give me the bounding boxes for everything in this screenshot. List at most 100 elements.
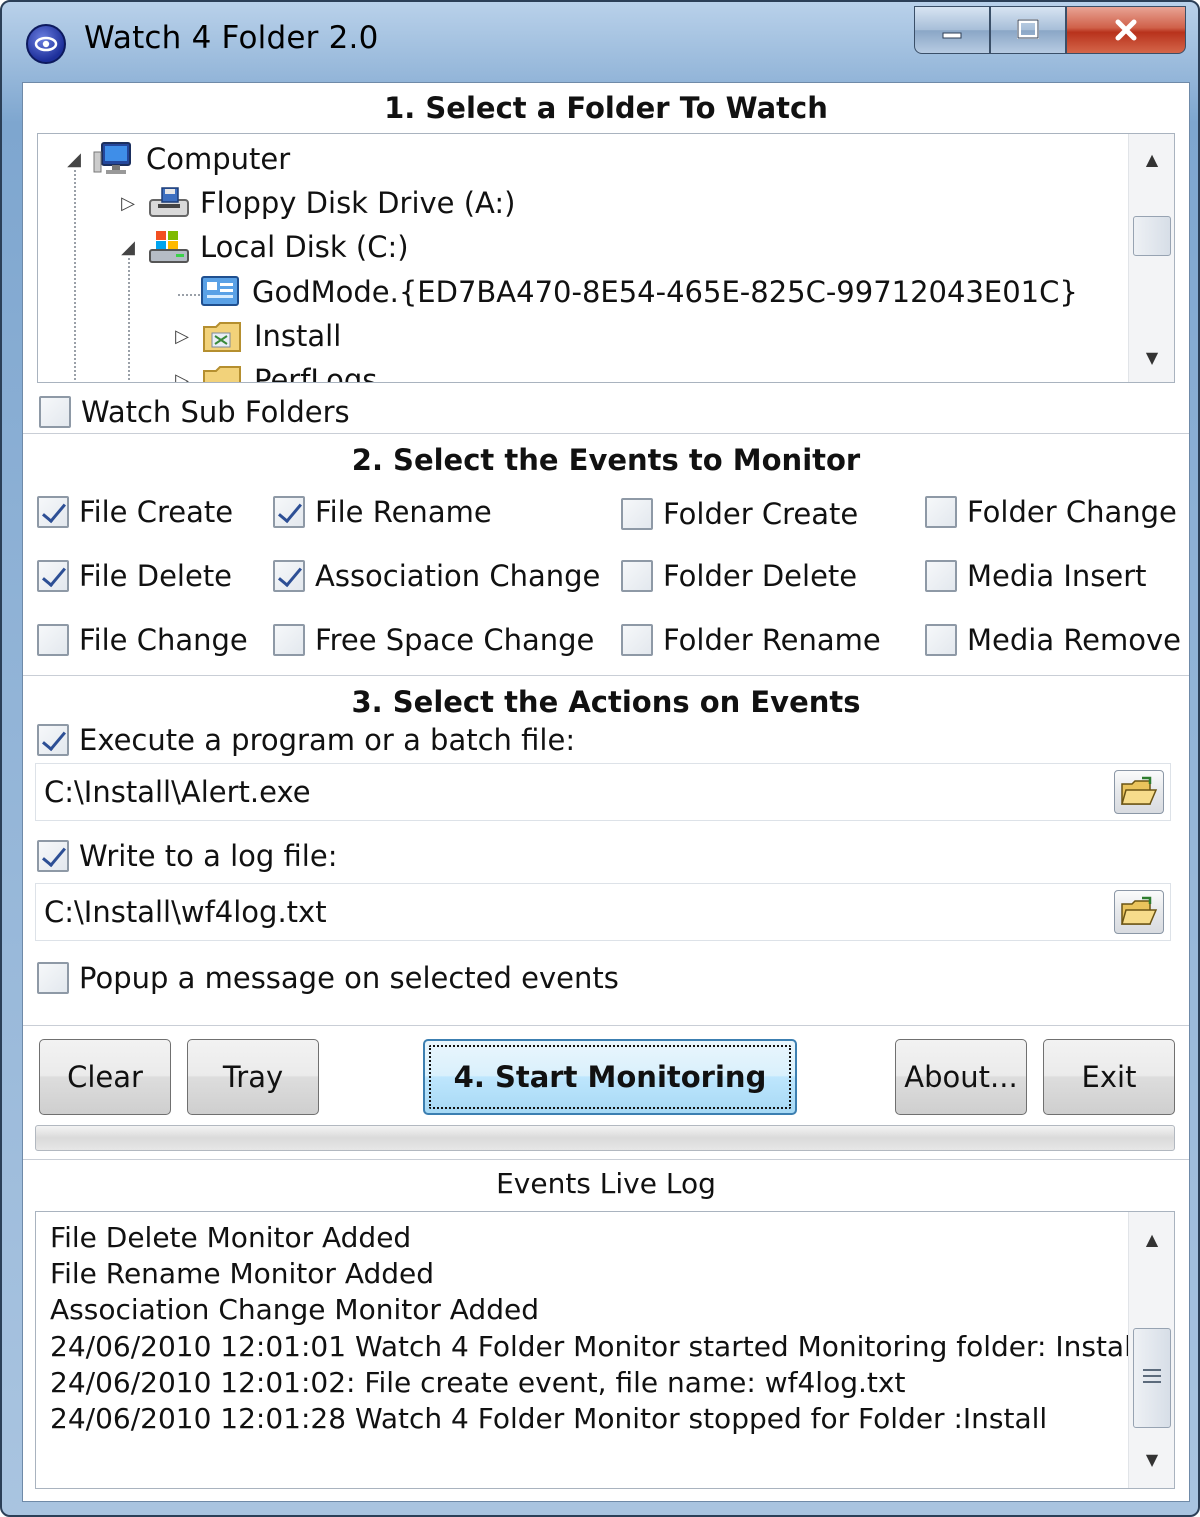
execute-program-checkbox[interactable]: Execute a program or a batch file: xyxy=(37,723,575,757)
tree-scrollbar[interactable]: ▲ ▼ xyxy=(1128,134,1174,382)
checkbox-label: Association Change xyxy=(315,559,601,593)
open-folder-icon xyxy=(1121,896,1158,925)
tray-button[interactable]: Tray xyxy=(187,1039,319,1115)
section-divider xyxy=(23,1159,1189,1161)
event-file-change[interactable]: File Change xyxy=(37,623,248,657)
event-association-change[interactable]: Association Change xyxy=(273,559,600,593)
checkbox-box[interactable] xyxy=(37,624,69,656)
browse-program-button[interactable] xyxy=(1114,770,1164,814)
title-bar[interactable]: Watch 4 Folder 2.0 xyxy=(2,2,1198,80)
expanded-arrow-icon[interactable]: ◢ xyxy=(118,237,138,258)
program-path-field[interactable]: C:\Install\Alert.exe xyxy=(35,763,1171,821)
log-line: 24/06/2010 12:01:28 Watch 4 Folder Monit… xyxy=(50,1402,1048,1436)
checkbox-label: Media Remove xyxy=(967,623,1182,657)
section-divider xyxy=(23,675,1189,677)
checkbox-box[interactable] xyxy=(37,840,69,872)
browse-log-button[interactable] xyxy=(1114,890,1164,934)
event-file-delete[interactable]: File Delete xyxy=(37,559,232,593)
checkbox-box[interactable] xyxy=(37,962,69,994)
collapsed-arrow-icon[interactable]: ▷ xyxy=(118,193,138,214)
event-media-remove[interactable]: Media Remove xyxy=(925,623,1181,657)
app-window: Watch 4 Folder 2.0 1. Select a Folder To… xyxy=(0,0,1200,1517)
log-path-field[interactable]: C:\Install\wf4log.txt xyxy=(35,883,1171,941)
scroll-down-arrow-icon[interactable]: ▼ xyxy=(1129,1440,1174,1480)
exit-button[interactable]: Exit xyxy=(1043,1039,1175,1115)
event-free-space-change[interactable]: Free Space Change xyxy=(273,623,594,657)
tree-label: Local Disk (C:) xyxy=(200,230,409,264)
event-media-insert[interactable]: Media Insert xyxy=(925,559,1147,593)
folder-tree[interactable]: ◢ Computer ▷ Floppy Disk Drive (A:) ◢ Lo… xyxy=(37,133,1175,383)
watch-subfolders-checkbox[interactable]: Watch Sub Folders xyxy=(39,395,350,429)
focus-rectangle xyxy=(429,1045,791,1109)
checkbox-box[interactable] xyxy=(621,560,653,592)
minimize-button[interactable] xyxy=(914,6,990,54)
checkbox-box[interactable] xyxy=(37,496,69,528)
checkbox-label: Folder Change xyxy=(967,495,1177,529)
scroll-thumb[interactable] xyxy=(1133,216,1171,256)
checkbox-box[interactable] xyxy=(273,560,305,592)
checkbox-box[interactable] xyxy=(925,496,957,528)
grip-line xyxy=(1143,1375,1161,1377)
checkbox-box[interactable] xyxy=(925,560,957,592)
checkbox-box[interactable] xyxy=(37,724,69,756)
event-folder-delete[interactable]: Folder Delete xyxy=(621,559,857,593)
log-path-value: C:\Install\wf4log.txt xyxy=(44,895,327,929)
checkbox-box[interactable] xyxy=(621,498,653,530)
checkbox-box[interactable] xyxy=(273,624,305,656)
about-button[interactable]: About... xyxy=(895,1039,1027,1115)
write-log-checkbox[interactable]: Write to a log file: xyxy=(37,839,337,873)
scroll-up-arrow-icon[interactable]: ▲ xyxy=(1129,1220,1174,1260)
checkbox-label: Folder Delete xyxy=(663,559,858,593)
tree-item-local-disk[interactable]: ◢ Local Disk (C:) xyxy=(118,226,409,268)
folder-icon xyxy=(200,317,244,355)
events-live-log[interactable]: File Delete Monitor Added File Rename Mo… xyxy=(35,1211,1175,1489)
collapsed-arrow-icon[interactable]: ▷ xyxy=(172,370,192,383)
log-line: 24/06/2010 12:01:02: File create event, … xyxy=(50,1365,906,1399)
client-area: 1. Select a Folder To Watch ◢ Computer ▷… xyxy=(22,82,1190,1502)
popup-message-checkbox[interactable]: Popup a message on selected events xyxy=(37,961,619,995)
checkbox-box[interactable] xyxy=(37,560,69,592)
event-folder-change[interactable]: Folder Change xyxy=(925,495,1177,529)
collapsed-arrow-icon[interactable]: ▷ xyxy=(172,326,192,347)
checkbox-box[interactable] xyxy=(925,624,957,656)
tree-item-floppy[interactable]: ▷ Floppy Disk Drive (A:) xyxy=(118,182,515,224)
log-scrollbar[interactable]: ▲ ▼ xyxy=(1128,1212,1174,1488)
tree-item-perflogs[interactable]: ▷ PerfLogs xyxy=(172,359,378,383)
tree-item-godmode[interactable]: GodMode.{ED7BA470-8E54-465E-825C-9971204… xyxy=(198,271,1078,313)
close-button[interactable] xyxy=(1066,6,1186,54)
tree-label: Floppy Disk Drive (A:) xyxy=(200,186,516,220)
maximize-button[interactable] xyxy=(990,6,1066,54)
tree-item-install[interactable]: ▷ Install xyxy=(172,315,341,357)
event-file-rename[interactable]: File Rename xyxy=(273,495,492,529)
open-folder-icon xyxy=(1121,776,1158,805)
section-divider xyxy=(23,433,1189,435)
checkbox-label: Watch Sub Folders xyxy=(81,395,350,429)
checkbox-label: File Change xyxy=(79,623,248,657)
section3-heading: 3. Select the Actions on Events xyxy=(351,685,861,719)
maximize-icon xyxy=(1017,19,1039,39)
event-folder-rename[interactable]: Folder Rename xyxy=(621,623,881,657)
scroll-down-arrow-icon[interactable]: ▼ xyxy=(1129,338,1174,378)
event-folder-create[interactable]: Folder Create xyxy=(621,497,858,531)
checkbox-box[interactable] xyxy=(39,396,71,428)
log-line: 24/06/2010 12:01:01 Watch 4 Folder Monit… xyxy=(50,1329,1140,1363)
tree-label: PerfLogs xyxy=(254,363,378,383)
start-monitoring-button[interactable]: 4. Start Monitoring xyxy=(423,1039,797,1115)
checkbox-label: Folder Create xyxy=(663,497,859,531)
scroll-thumb[interactable] xyxy=(1133,1328,1171,1428)
caption-buttons xyxy=(914,6,1186,56)
checkbox-box[interactable] xyxy=(621,624,653,656)
clear-button[interactable]: Clear xyxy=(39,1039,171,1115)
checkbox-label: Write to a log file: xyxy=(79,839,338,873)
expanded-arrow-icon[interactable]: ◢ xyxy=(64,149,84,170)
event-file-create[interactable]: File Create xyxy=(37,495,233,529)
checkbox-box[interactable] xyxy=(273,496,305,528)
log-lines: File Delete Monitor Added File Rename Mo… xyxy=(50,1220,1140,1437)
checkbox-label: Free Space Change xyxy=(315,623,595,657)
computer-icon xyxy=(92,140,136,178)
tree-item-computer[interactable]: ◢ Computer xyxy=(64,138,290,180)
minimize-icon xyxy=(942,32,962,39)
checkbox-label: File Delete xyxy=(79,559,233,593)
scroll-up-arrow-icon[interactable]: ▲ xyxy=(1129,140,1174,180)
grip-line xyxy=(1143,1381,1161,1383)
